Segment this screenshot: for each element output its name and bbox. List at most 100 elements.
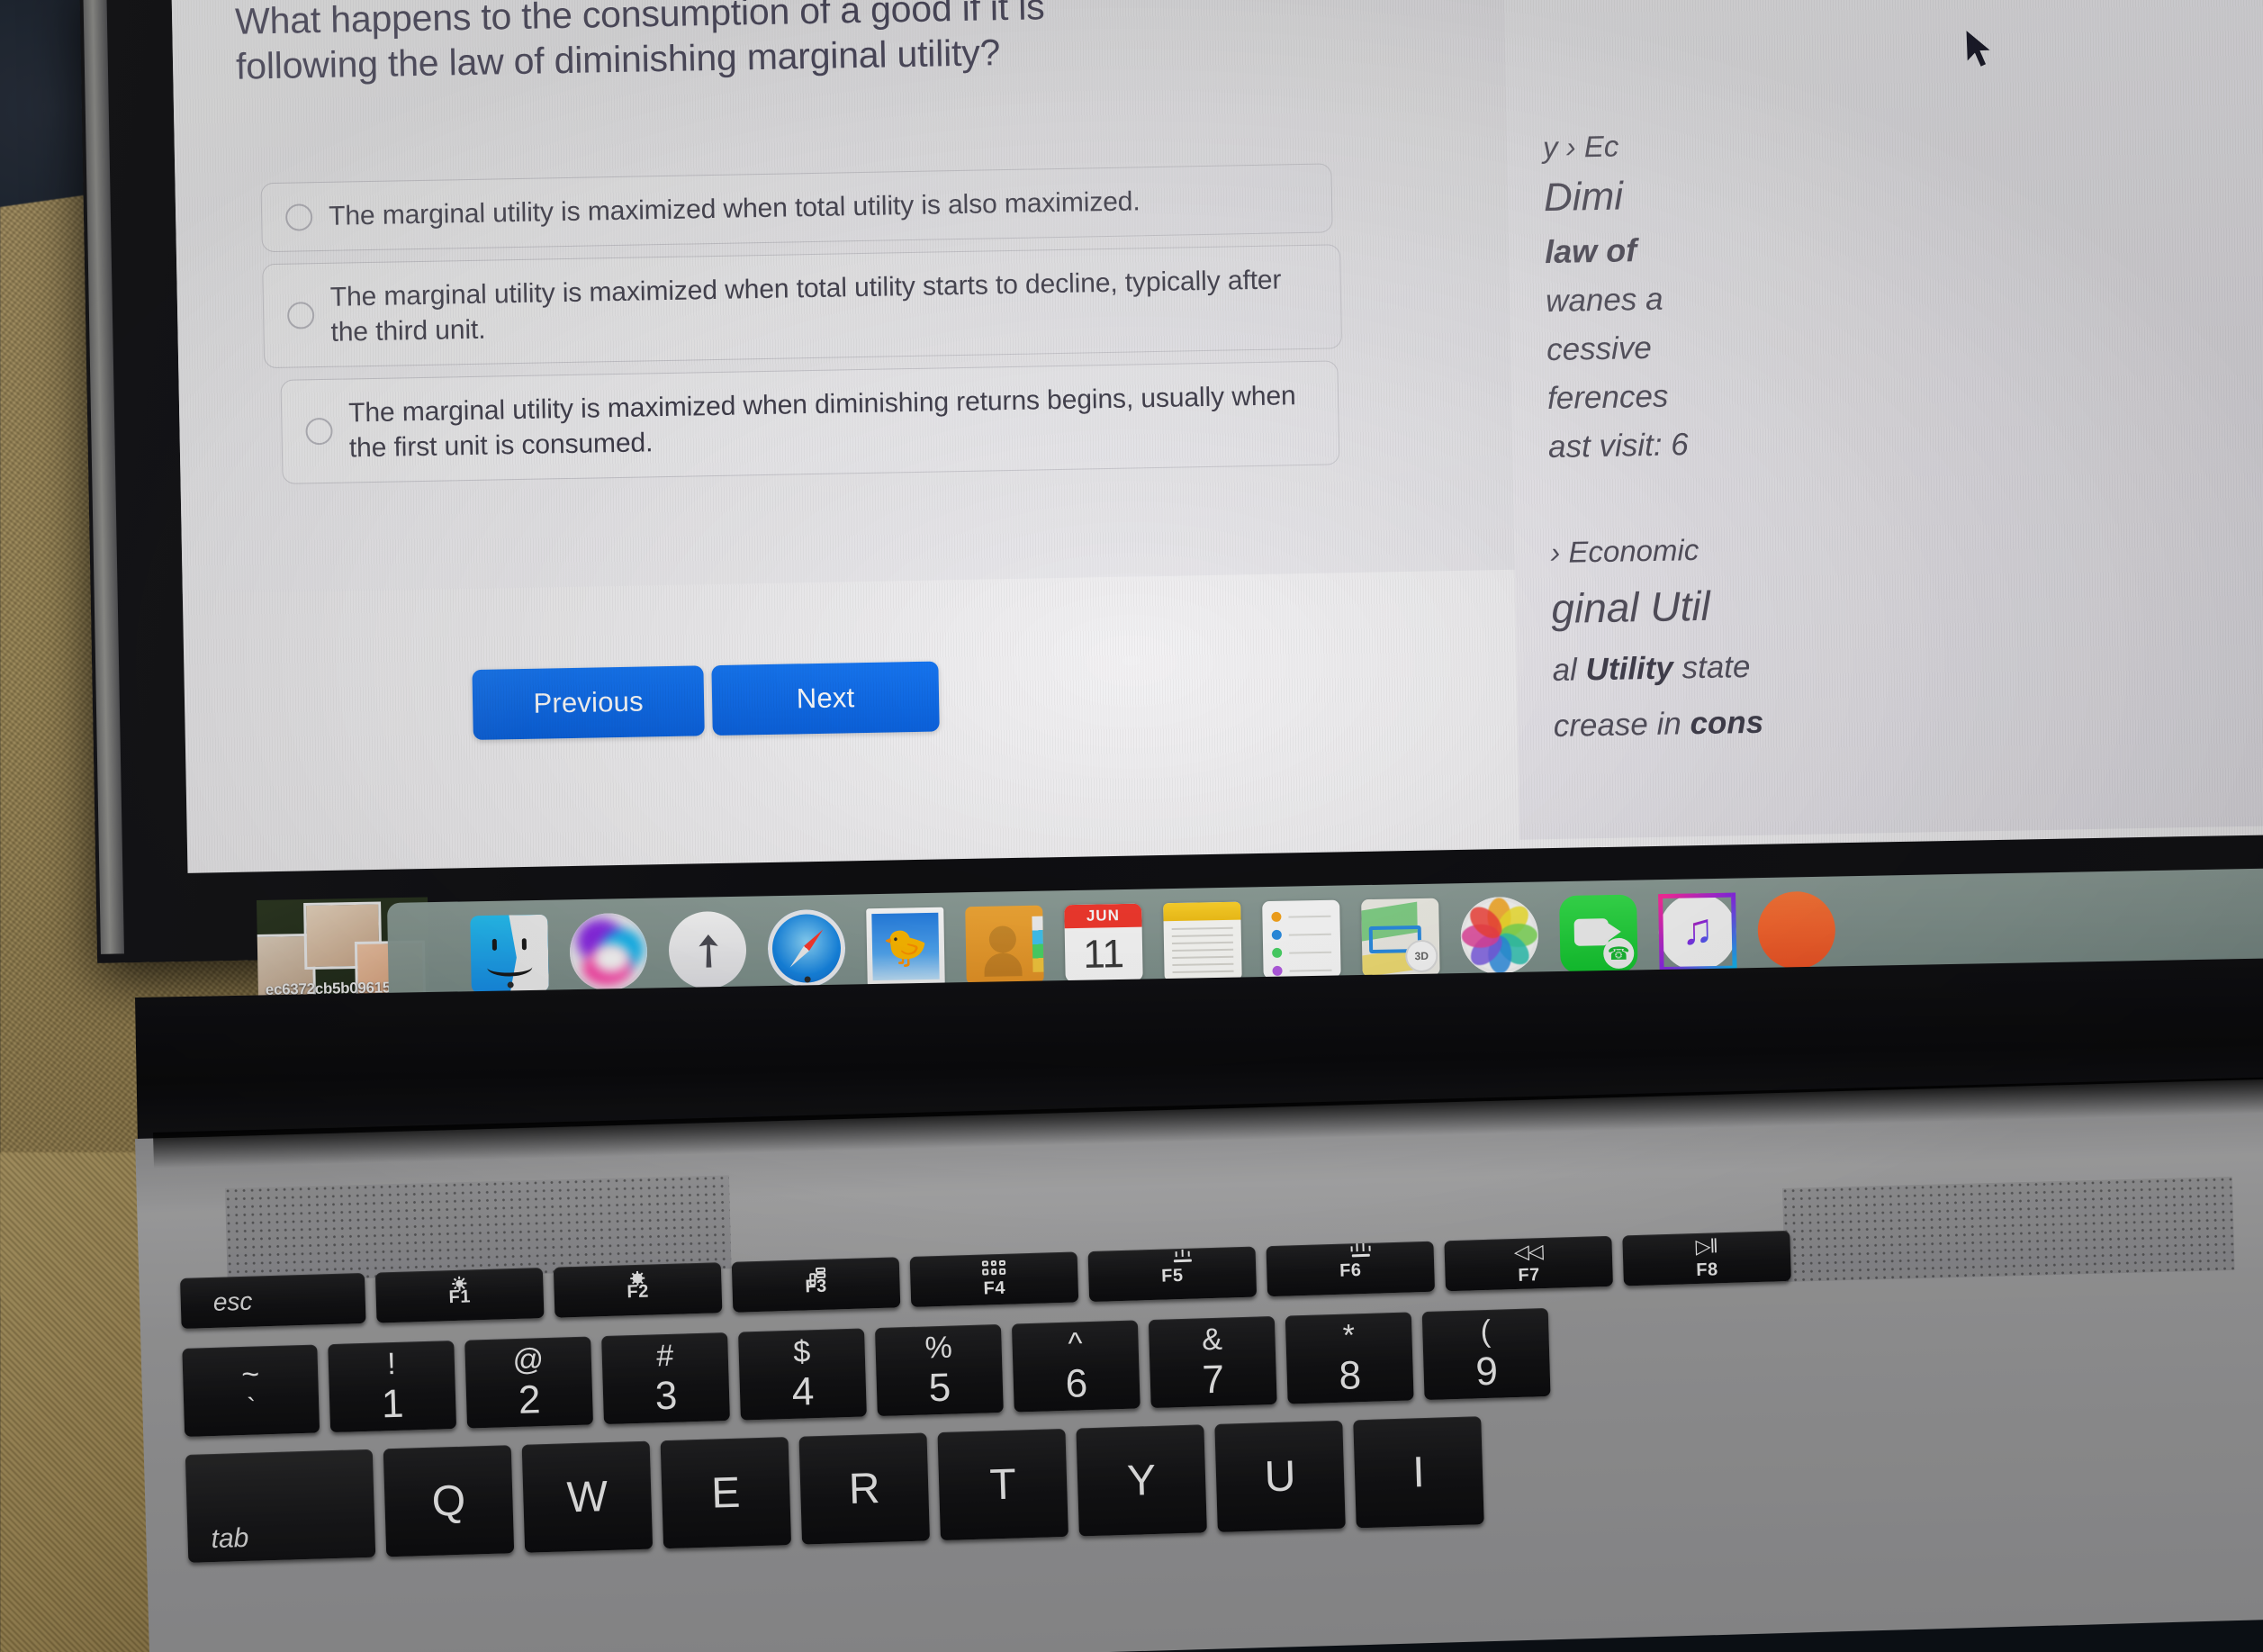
key-2-shift: @ — [512, 1342, 545, 1378]
key-f5[interactable]: F5 — [1087, 1246, 1258, 1303]
answer-option-a[interactable]: The marginal utility is maximized when t… — [260, 163, 1333, 253]
finder-icon[interactable] — [470, 914, 549, 994]
radio-button-icon-c[interactable] — [305, 417, 333, 446]
key-e[interactable]: E — [660, 1437, 792, 1549]
key-2[interactable]: @ 2 — [464, 1336, 594, 1429]
letter-key-row: tab Q W E R T Y U I — [185, 1416, 1484, 1563]
notes-icon[interactable] — [1163, 901, 1242, 981]
key-f4[interactable]: F4 — [909, 1251, 1079, 1307]
key-esc[interactable]: esc — [180, 1272, 366, 1329]
key-f5-label: F5 — [1160, 1265, 1184, 1286]
key-4-shift: $ — [792, 1334, 811, 1369]
facetime-icon[interactable]: ☎ — [1559, 894, 1638, 974]
key-9[interactable]: ( 9 — [1421, 1307, 1551, 1401]
key-7[interactable]: & 7 — [1148, 1315, 1277, 1409]
keyboard[interactable]: esc F1 F2 F3 F4 F5 F6 ◁◁ F7 ▷‖ F8 ~ ` ! … — [180, 1214, 2263, 1652]
key-1-main: 1 — [381, 1381, 405, 1427]
key-backtick-main: ` — [246, 1393, 257, 1423]
key-backtick[interactable]: ~ ` — [182, 1344, 320, 1437]
key-t[interactable]: T — [937, 1428, 1068, 1541]
quiz-navigation: Previous Next — [472, 661, 940, 740]
bg-line-wanes: wanes a — [1545, 281, 1663, 320]
maps-3d-badge: 3D — [1404, 939, 1438, 973]
key-1[interactable]: ! 1 — [328, 1341, 457, 1433]
answer-option-b[interactable]: The marginal utility is maximized when t… — [262, 244, 1343, 369]
key-f6-label: F6 — [1339, 1259, 1362, 1281]
contacts-icon[interactable] — [965, 905, 1044, 985]
app-store-icon[interactable] — [1757, 890, 1836, 970]
launchpad-icon[interactable]: ➚ — [668, 910, 747, 990]
radio-button-icon-b[interactable] — [286, 302, 315, 329]
bg-line-references: ferences — [1546, 378, 1669, 417]
answer-option-a-label: The marginal utility is maximized when t… — [328, 186, 1141, 231]
quiz-card: What happens to the consumption of a goo… — [171, 0, 1515, 740]
key-3-shift: # — [655, 1338, 674, 1374]
number-key-row: ~ ` ! 1 @ 2 # 3 $ 4 % 5 ^ 6 & 7 * 8 (9 — [182, 1307, 1551, 1437]
key-q-label: Q — [431, 1476, 466, 1526]
key-w[interactable]: W — [521, 1440, 654, 1553]
key-3[interactable]: # 3 — [601, 1332, 730, 1425]
key-f1[interactable]: F1 — [374, 1268, 545, 1323]
key-q[interactable]: Q — [383, 1445, 515, 1557]
key-f4-label: F4 — [983, 1277, 1006, 1299]
bg-line-last-visit: ast visit: 6 — [1547, 427, 1690, 465]
key-w-label: W — [565, 1472, 609, 1521]
bg-line-successive: cessive — [1546, 329, 1653, 368]
key-6-shift: ^ — [1068, 1326, 1084, 1361]
key-y[interactable]: Y — [1076, 1424, 1207, 1537]
siri-icon[interactable] — [569, 912, 648, 992]
reminders-icon[interactable] — [1262, 899, 1341, 979]
background-browser-window[interactable]: s to y › Ec Dimi law of wanes a cessive … — [1501, 0, 2263, 840]
key-5[interactable]: % 5 — [874, 1323, 1004, 1417]
bg-bold-line: law of — [1544, 231, 1637, 271]
key-i[interactable]: I — [1353, 1416, 1484, 1529]
key-r-label: R — [848, 1464, 881, 1513]
bg-snippet-2-bold: cons — [1690, 704, 1764, 742]
key-backtick-shift: ~ — [240, 1357, 260, 1393]
key-8-shift: * — [1342, 1318, 1356, 1353]
bg-snippet-2: crease in cons — [1553, 694, 2263, 745]
key-4[interactable]: $ 4 — [738, 1328, 867, 1421]
mail-icon[interactable]: 🐤 — [866, 907, 945, 987]
photo-of-macbook: s to y › Ec Dimi law of wanes a cessive … — [0, 0, 2263, 1652]
answer-option-c[interactable]: The marginal utility is maximized when d… — [280, 360, 1340, 484]
key-f3-label: F3 — [805, 1276, 828, 1296]
bg-result-title[interactable]: Dimi — [1544, 161, 2263, 221]
key-i-label: I — [1411, 1448, 1426, 1496]
key-6-main: 6 — [1064, 1361, 1088, 1406]
key-f8[interactable]: ▷‖ F8 — [1622, 1230, 1791, 1286]
key-f6[interactable]: F6 — [1266, 1241, 1436, 1297]
photos-icon[interactable] — [1460, 896, 1539, 976]
bg-result-title-2[interactable]: ginal Util — [1551, 570, 2263, 633]
answer-option-c-label: The marginal utility is maximized when d… — [347, 381, 1296, 464]
itunes-icon[interactable]: ♫ — [1658, 892, 1737, 972]
safari-icon[interactable] — [767, 908, 846, 988]
bg-snippet-1: al Utility state — [1552, 638, 2263, 689]
key-8[interactable]: * 8 — [1285, 1312, 1414, 1404]
key-7-main: 7 — [1201, 1357, 1225, 1403]
key-r[interactable]: R — [798, 1432, 931, 1545]
bg-snippet-2-pre: crease in — [1553, 706, 1690, 744]
key-u[interactable]: U — [1214, 1420, 1346, 1532]
key-tab[interactable]: tab — [185, 1449, 376, 1563]
radio-button-icon-a[interactable] — [284, 203, 313, 231]
key-f3[interactable]: F3 — [731, 1257, 901, 1313]
key-f8-label: F8 — [1695, 1259, 1718, 1280]
bg-breadcrumb: y › Ec — [1542, 129, 1619, 165]
bg-breadcrumb-2: › Economic — [1549, 533, 1700, 570]
bg-snippet-1-bold: Utility — [1585, 650, 1674, 688]
next-button[interactable]: Next — [711, 661, 940, 736]
key-2-main: 2 — [518, 1377, 542, 1422]
maps-icon[interactable]: 3D — [1361, 898, 1440, 978]
launchpad-grid-icon — [981, 1259, 1006, 1276]
previous-button[interactable]: Previous — [472, 665, 705, 740]
key-f2[interactable]: F2 — [553, 1262, 723, 1318]
key-9-main: 9 — [1474, 1349, 1499, 1395]
answer-options-list: The marginal utility is maximized when t… — [260, 162, 1382, 496]
calendar-icon[interactable]: JUN 11 — [1064, 903, 1143, 983]
key-5-main: 5 — [928, 1365, 951, 1411]
key-f7[interactable]: ◁◁ F7 — [1444, 1235, 1613, 1292]
key-6[interactable]: ^ 6 — [1011, 1320, 1141, 1413]
bg-snippet-1-post: state — [1672, 648, 1751, 686]
key-u-label: U — [1263, 1451, 1297, 1501]
